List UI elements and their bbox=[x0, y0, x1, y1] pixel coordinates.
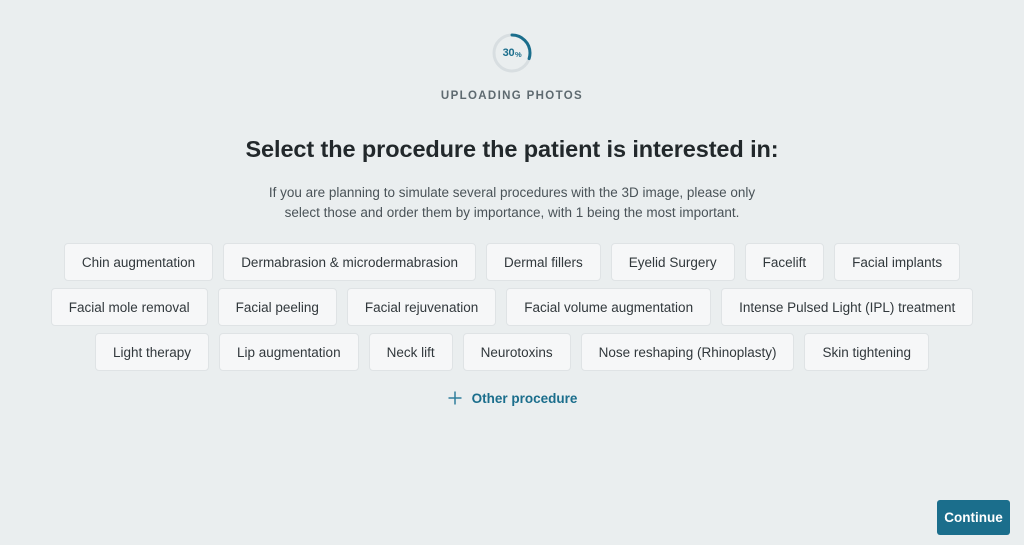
procedure-option[interactable]: Dermabrasion & microdermabrasion bbox=[223, 243, 477, 281]
procedure-option[interactable]: Facelift bbox=[744, 243, 825, 281]
procedure-option[interactable]: Facial mole removal bbox=[50, 288, 208, 326]
continue-button[interactable]: Continue bbox=[937, 500, 1010, 535]
procedure-option[interactable]: Facial volume augmentation bbox=[506, 288, 712, 326]
procedure-option[interactable]: Skin tightening bbox=[804, 333, 930, 371]
progress-percent-label: 30% bbox=[491, 32, 533, 74]
upload-progress-ring: 30% bbox=[491, 32, 533, 74]
page-title: Select the procedure the patient is inte… bbox=[245, 136, 779, 162]
procedure-option[interactable]: Chin augmentation bbox=[63, 243, 214, 281]
add-other-procedure-button[interactable]: Other procedure bbox=[0, 390, 1024, 406]
procedure-option[interactable]: Neurotoxins bbox=[462, 333, 571, 371]
procedure-option[interactable]: Facial peeling bbox=[217, 288, 337, 326]
upload-status-label: UPLOADING PHOTOS bbox=[440, 90, 584, 102]
procedure-options-list: Chin augmentation Dermabrasion & microde… bbox=[0, 243, 1024, 371]
procedure-row-2: Facial mole removal Facial peeling Facia… bbox=[0, 288, 1024, 326]
procedure-option[interactable]: Lip augmentation bbox=[219, 333, 359, 371]
add-other-procedure-label: Other procedure bbox=[471, 390, 578, 406]
procedure-option[interactable]: Nose reshaping (Rhinoplasty) bbox=[580, 333, 795, 371]
procedure-option[interactable]: Light therapy bbox=[94, 333, 209, 371]
procedure-row-1: Chin augmentation Dermabrasion & microde… bbox=[0, 243, 1024, 281]
procedure-option[interactable]: Neck lift bbox=[368, 333, 453, 371]
procedure-option[interactable]: Facial rejuvenation bbox=[346, 288, 497, 326]
progress-percent-sign: % bbox=[514, 49, 522, 59]
procedure-row-3: Light therapy Lip augmentation Neck lift… bbox=[0, 333, 1024, 371]
upload-progress-block: 30% UPLOADING PHOTOS bbox=[0, 0, 1024, 102]
progress-percent-value: 30 bbox=[502, 47, 515, 59]
procedure-option[interactable]: Facial implants bbox=[834, 243, 961, 281]
plus-icon bbox=[448, 391, 462, 405]
procedure-option[interactable]: Eyelid Surgery bbox=[610, 243, 735, 281]
procedure-option[interactable]: Intense Pulsed Light (IPL) treatment bbox=[721, 288, 974, 326]
procedure-option[interactable]: Dermal fillers bbox=[486, 243, 601, 281]
page-subtitle: If you are planning to simulate several … bbox=[268, 185, 756, 220]
